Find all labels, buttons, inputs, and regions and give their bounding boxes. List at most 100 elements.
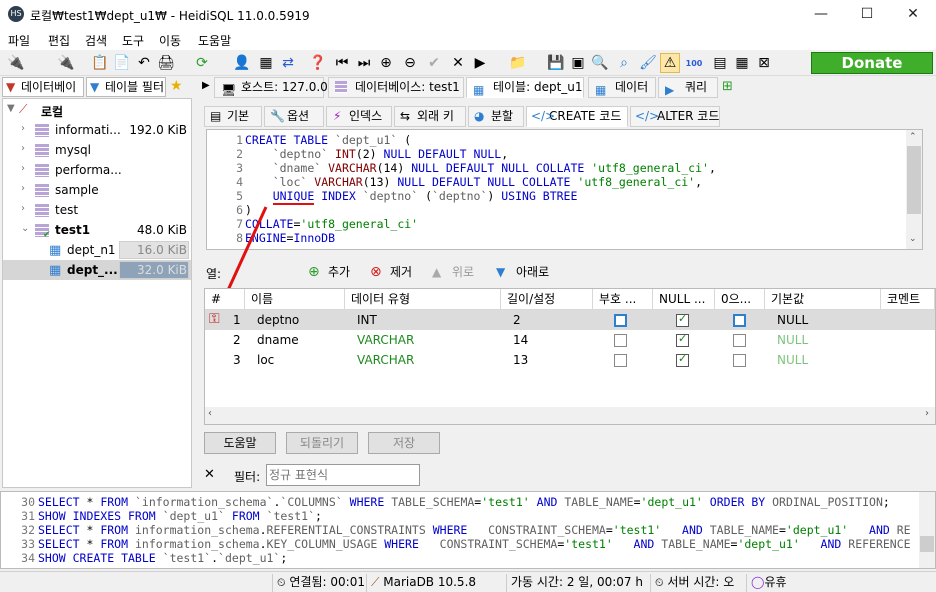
expand-arrow-icon[interactable]: › bbox=[21, 123, 25, 134]
close-filter-icon[interactable]: ✕ bbox=[204, 467, 215, 482]
export-icon[interactable]: ▦ bbox=[256, 53, 276, 73]
tree-item-db[interactable]: › sample bbox=[3, 180, 191, 200]
unsigned-checkbox[interactable] bbox=[614, 314, 627, 327]
cell-default[interactable]: NULL bbox=[771, 310, 808, 330]
tab-table-filter[interactable]: ▼ 테이블 필터 bbox=[86, 77, 166, 97]
revert-button[interactable]: 되돌리기 bbox=[286, 432, 358, 454]
tab-indexes[interactable]: ⚡ 인덱스 bbox=[326, 106, 392, 127]
col-header-unsigned[interactable]: 부호 ... bbox=[593, 289, 653, 310]
menu-file[interactable]: 파일 bbox=[8, 32, 30, 49]
tabs-dropdown-icon[interactable]: ▶ bbox=[202, 80, 210, 91]
expand-arrow-icon[interactable]: › bbox=[21, 163, 25, 174]
minimize-button[interactable]: — bbox=[798, 0, 844, 30]
binary-icon[interactable]: 100 bbox=[684, 53, 704, 73]
new-query-tab-icon[interactable]: ⊞ bbox=[722, 79, 733, 94]
tab-table[interactable]: ▦ 테이블: dept_u1 bbox=[466, 77, 584, 98]
col-header-type[interactable]: 데이터 유형 bbox=[345, 289, 501, 310]
copy-icon[interactable]: 📋 bbox=[90, 53, 110, 73]
tab-options[interactable]: 🔧 옵션 bbox=[264, 106, 324, 127]
tree-item-root[interactable]: ▼ ⟋ 로컬 bbox=[3, 100, 191, 120]
tree-item-db[interactable]: › performa... bbox=[3, 160, 191, 180]
col-header-name[interactable]: 이름 bbox=[245, 289, 345, 310]
open-folder-icon[interactable]: 📁 bbox=[508, 53, 528, 73]
tab-foreign-keys[interactable]: ⇆ 외래 키 bbox=[394, 106, 466, 127]
zerofill-checkbox[interactable] bbox=[733, 314, 746, 327]
cancel-record-icon[interactable]: ✕ bbox=[448, 53, 468, 73]
remove-column-button[interactable]: ⊗ 제거 bbox=[370, 262, 412, 282]
scroll-down-icon[interactable]: ⌄ bbox=[909, 234, 917, 244]
user-manager-icon[interactable]: 👤 bbox=[232, 53, 252, 73]
tab-host[interactable]: 🖥 호스트: 127.0.0.1 bbox=[214, 77, 339, 98]
cell-length[interactable]: 14 bbox=[507, 330, 528, 350]
post-record-icon[interactable]: ✔ bbox=[424, 53, 444, 73]
tab-query[interactable]: ▶ 쿼리 bbox=[658, 77, 718, 98]
scroll-right-icon[interactable]: › bbox=[925, 408, 929, 419]
filter-input[interactable] bbox=[266, 464, 420, 486]
donate-button[interactable]: Donate bbox=[811, 52, 933, 74]
allow-null-checkbox[interactable] bbox=[676, 352, 689, 367]
cell-length[interactable]: 2 bbox=[507, 310, 521, 330]
run-query-icon[interactable]: ▶ bbox=[470, 53, 490, 73]
last-record-icon[interactable]: ⏭ bbox=[354, 53, 374, 73]
create-code-editor[interactable]: 1 2 3 4 5 6 7 8 CREATE TABLE `dept_u1` (… bbox=[206, 129, 923, 250]
unsigned-checkbox[interactable] bbox=[614, 334, 627, 347]
tab-alter-code[interactable]: </> ALTER 코드 bbox=[630, 106, 720, 127]
tab-create-code[interactable]: </> CREATE 코드 bbox=[526, 106, 628, 127]
refresh-icon[interactable]: ⟳ bbox=[192, 53, 212, 73]
format-sql-icon[interactable]: 🖌 bbox=[638, 53, 658, 73]
maximize-button[interactable]: ☐ bbox=[844, 0, 890, 30]
favorite-star-icon[interactable]: ★ bbox=[170, 78, 183, 94]
cell-type[interactable]: VARCHAR bbox=[351, 350, 414, 370]
delete-record-icon[interactable]: ⊖ bbox=[400, 53, 420, 73]
cell-default[interactable]: NULL bbox=[771, 330, 808, 350]
col-header-comment[interactable]: 코멘트 bbox=[881, 289, 935, 310]
col-header-zerofill[interactable]: 0으... bbox=[715, 289, 765, 310]
save-button[interactable]: 저장 bbox=[368, 432, 440, 454]
tree-item-db[interactable]: › informati... 192.0 KiB bbox=[3, 120, 191, 140]
scroll-thumb[interactable] bbox=[907, 146, 921, 214]
menu-search[interactable]: 검색 bbox=[85, 32, 107, 49]
col-header-default[interactable]: 기본값 bbox=[765, 289, 881, 310]
log-scrollbar[interactable] bbox=[919, 492, 935, 568]
scroll-up-icon[interactable]: ⌃ bbox=[909, 132, 917, 142]
cell-type[interactable]: INT bbox=[351, 310, 377, 330]
add-column-button[interactable]: ⊕ 추가 bbox=[308, 262, 350, 282]
move-down-button[interactable]: ▼ 아래로 bbox=[496, 262, 549, 282]
tab-partitions[interactable]: ◕ 분할 bbox=[468, 106, 524, 127]
zerofill-checkbox[interactable] bbox=[733, 354, 746, 367]
save-as-icon[interactable]: ▣ bbox=[568, 53, 588, 73]
expand-arrow-icon[interactable]: › bbox=[21, 203, 25, 214]
help-icon[interactable]: ❓ bbox=[308, 53, 328, 73]
undo-icon[interactable]: ↶ bbox=[134, 53, 154, 73]
first-record-icon[interactable]: ⏮ bbox=[332, 53, 352, 73]
col-header-allow-null[interactable]: NULL ... bbox=[653, 289, 715, 310]
move-up-button[interactable]: ▲ 위로 bbox=[432, 262, 474, 282]
tree-item-db-selected[interactable]: ⌄ ✔ test1 48.0 KiB bbox=[3, 220, 191, 240]
grid-icon[interactable]: ▦ bbox=[732, 53, 752, 73]
cell-length[interactable]: 13 bbox=[507, 350, 528, 370]
tab-data[interactable]: ▦ 데이터 bbox=[588, 77, 656, 98]
tree-item-db[interactable]: › mysql bbox=[3, 140, 191, 160]
expand-arrow-icon[interactable]: › bbox=[21, 143, 25, 154]
print-icon[interactable]: 🖨 bbox=[156, 53, 176, 73]
allow-null-checkbox[interactable] bbox=[676, 312, 689, 327]
col-header-length[interactable]: 길이/설정 bbox=[501, 289, 593, 310]
sql-log[interactable]: 30 31 32 33 34 SELECT * FROM `informatio… bbox=[0, 491, 936, 569]
tree-item-table[interactable]: ▦ dept_n1 16.0 KiB bbox=[3, 240, 191, 260]
cell-type[interactable]: VARCHAR bbox=[351, 330, 414, 350]
allow-null-checkbox[interactable] bbox=[676, 332, 689, 347]
collapse-arrow-icon[interactable]: ▼ bbox=[7, 103, 15, 114]
sync-icon[interactable]: ⇄ bbox=[278, 53, 298, 73]
cell-name[interactable]: loc bbox=[251, 350, 274, 370]
exit-icon[interactable]: ⊠ bbox=[754, 53, 774, 73]
connect-icon[interactable]: 🔌 bbox=[6, 53, 26, 73]
menu-help[interactable]: 도움말 bbox=[198, 32, 231, 49]
close-button[interactable]: ✕ bbox=[890, 0, 936, 30]
help-button[interactable]: 도움말 bbox=[204, 432, 276, 454]
disconnect-icon[interactable]: 🔌 bbox=[56, 53, 76, 73]
unsigned-checkbox[interactable] bbox=[614, 354, 627, 367]
columns-icon[interactable]: ▤ bbox=[710, 53, 730, 73]
menu-tools[interactable]: 도구 bbox=[122, 32, 144, 49]
table-row[interactable]: 3 loc VARCHAR 13 NULL bbox=[205, 350, 935, 370]
tree-item-db[interactable]: › test bbox=[3, 200, 191, 220]
